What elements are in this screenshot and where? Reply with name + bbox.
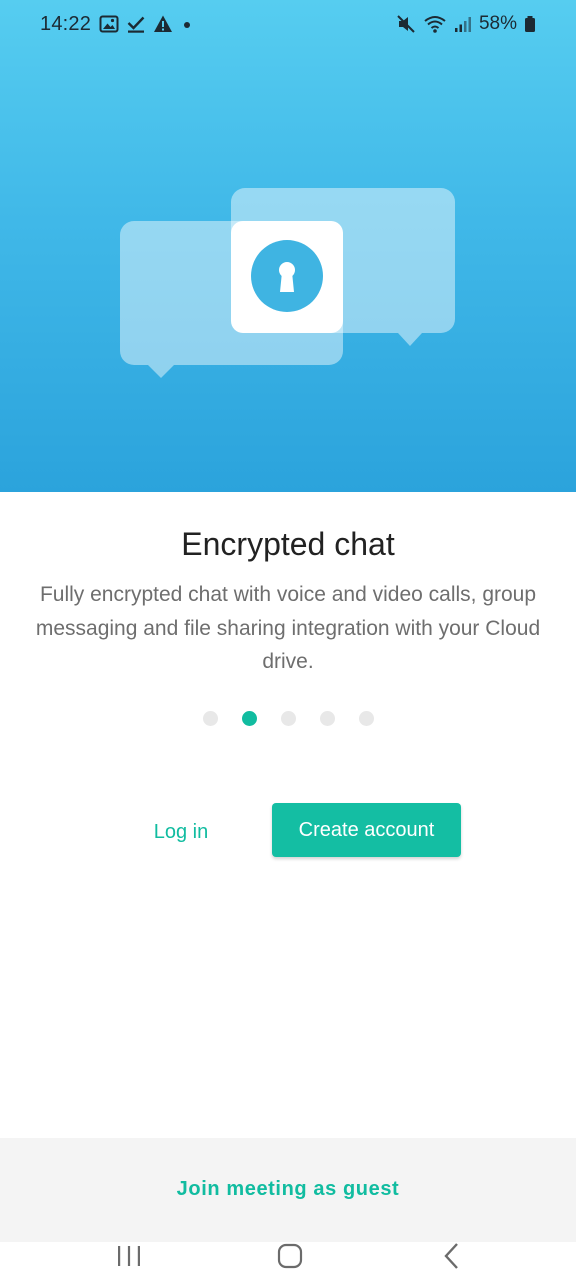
battery-icon <box>525 16 535 32</box>
page-dot-1[interactable] <box>202 711 218 726</box>
recent-apps-icon[interactable] <box>116 1242 142 1270</box>
page-indicator <box>0 711 576 726</box>
page-dot-3[interactable] <box>280 711 296 726</box>
onboarding-description: Fully encrypted chat with voice and vide… <box>35 583 541 673</box>
battery-percentage: 58% <box>478 13 517 34</box>
status-notification-icons <box>99 14 194 34</box>
warning-icon <box>154 15 172 32</box>
signal-icon <box>454 17 471 32</box>
guest-footer: Join meeting as guest <box>0 1138 576 1242</box>
onboarding-title: Encrypted chat <box>181 526 395 562</box>
hero-banner: 14:22 58% <box>0 0 576 492</box>
image-icon <box>99 15 119 33</box>
status-time: 14:22 <box>40 13 92 35</box>
wifi-icon <box>424 16 446 33</box>
back-icon[interactable] <box>440 1242 464 1270</box>
create-account-button[interactable]: Create account <box>272 803 461 857</box>
status-bar: 14:22 58% <box>0 0 576 50</box>
mute-icon <box>397 15 415 33</box>
dot-icon <box>184 22 190 28</box>
login-button[interactable]: Log in <box>120 812 242 852</box>
system-navigation-bar <box>0 1242 576 1280</box>
check-icon <box>127 16 145 33</box>
join-meeting-as-guest-button[interactable]: Join meeting as guest <box>0 1178 576 1201</box>
page-dot-5[interactable] <box>358 711 374 726</box>
page-dot-4[interactable] <box>319 711 335 726</box>
home-icon[interactable] <box>277 1242 303 1270</box>
status-system-icons: 58% <box>396 13 536 35</box>
encrypted-chat-illustration <box>120 188 455 378</box>
page-dot-2-active[interactable] <box>241 711 257 726</box>
keyhole-lock-icon <box>251 240 323 312</box>
